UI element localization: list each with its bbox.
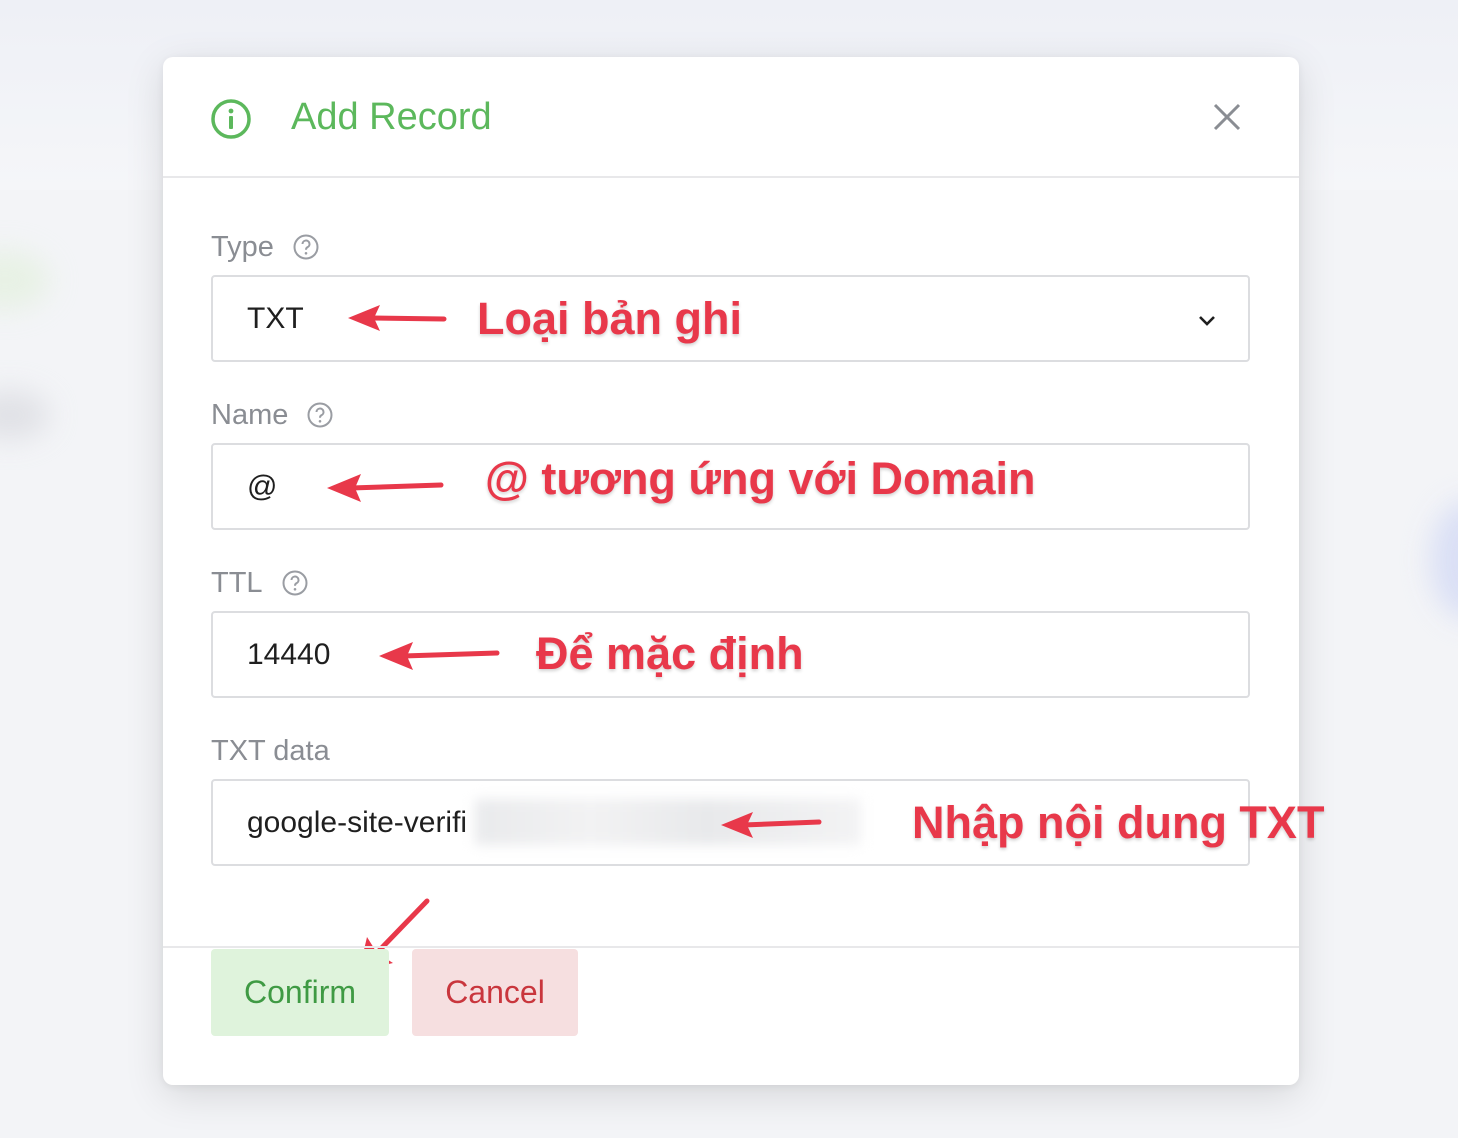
annotation-arrow — [348, 305, 447, 331]
name-label: Name — [211, 398, 334, 432]
cancel-button[interactable]: Cancel — [412, 949, 578, 1036]
question-circle-icon[interactable] — [306, 401, 334, 429]
confirm-button[interactable]: Confirm — [211, 949, 389, 1036]
txt-annotation: Nhập nội dung TXT — [912, 797, 1325, 848]
add-record-dialog: Add Record Type TXT Name @ TTL 14440 TXT… — [163, 57, 1324, 1085]
type-label-text: Type — [211, 231, 274, 263]
question-circle-icon[interactable] — [281, 569, 309, 597]
background-blur-shape — [1430, 500, 1458, 620]
ttl-label: TTL — [211, 566, 309, 600]
footer-divider — [163, 946, 1299, 948]
type-select-value: TXT — [247, 302, 304, 335]
type-annotation: Loại bản ghi — [477, 293, 742, 344]
ttl-label-text: TTL — [211, 567, 263, 599]
annotation-arrow — [379, 642, 500, 670]
background-blur-shape — [0, 390, 50, 440]
ttl-annotation: Để mặc định — [536, 628, 804, 679]
background-blur-shape — [0, 250, 50, 310]
ttl-input-value: 14440 — [247, 638, 331, 671]
type-label: Type — [211, 230, 320, 264]
dialog-header: Add Record — [163, 57, 1299, 178]
txt-data-input-value: google-site-verifi — [247, 806, 468, 839]
txt-data-label-text: TXT data — [211, 735, 330, 767]
dialog-title: Add Record — [291, 96, 492, 138]
info-icon — [211, 99, 251, 139]
name-input-value: @ — [247, 470, 278, 503]
chevron-down-icon[interactable] — [1196, 309, 1218, 331]
question-circle-icon[interactable] — [292, 233, 320, 261]
name-label-text: Name — [211, 399, 289, 431]
name-annotation: @ tương ứng với Domain — [485, 453, 1036, 504]
annotation-arrow — [327, 474, 444, 502]
txt-data-label: TXT data — [211, 734, 330, 768]
annotation-arrow — [721, 812, 822, 838]
close-icon[interactable] — [1211, 101, 1243, 133]
